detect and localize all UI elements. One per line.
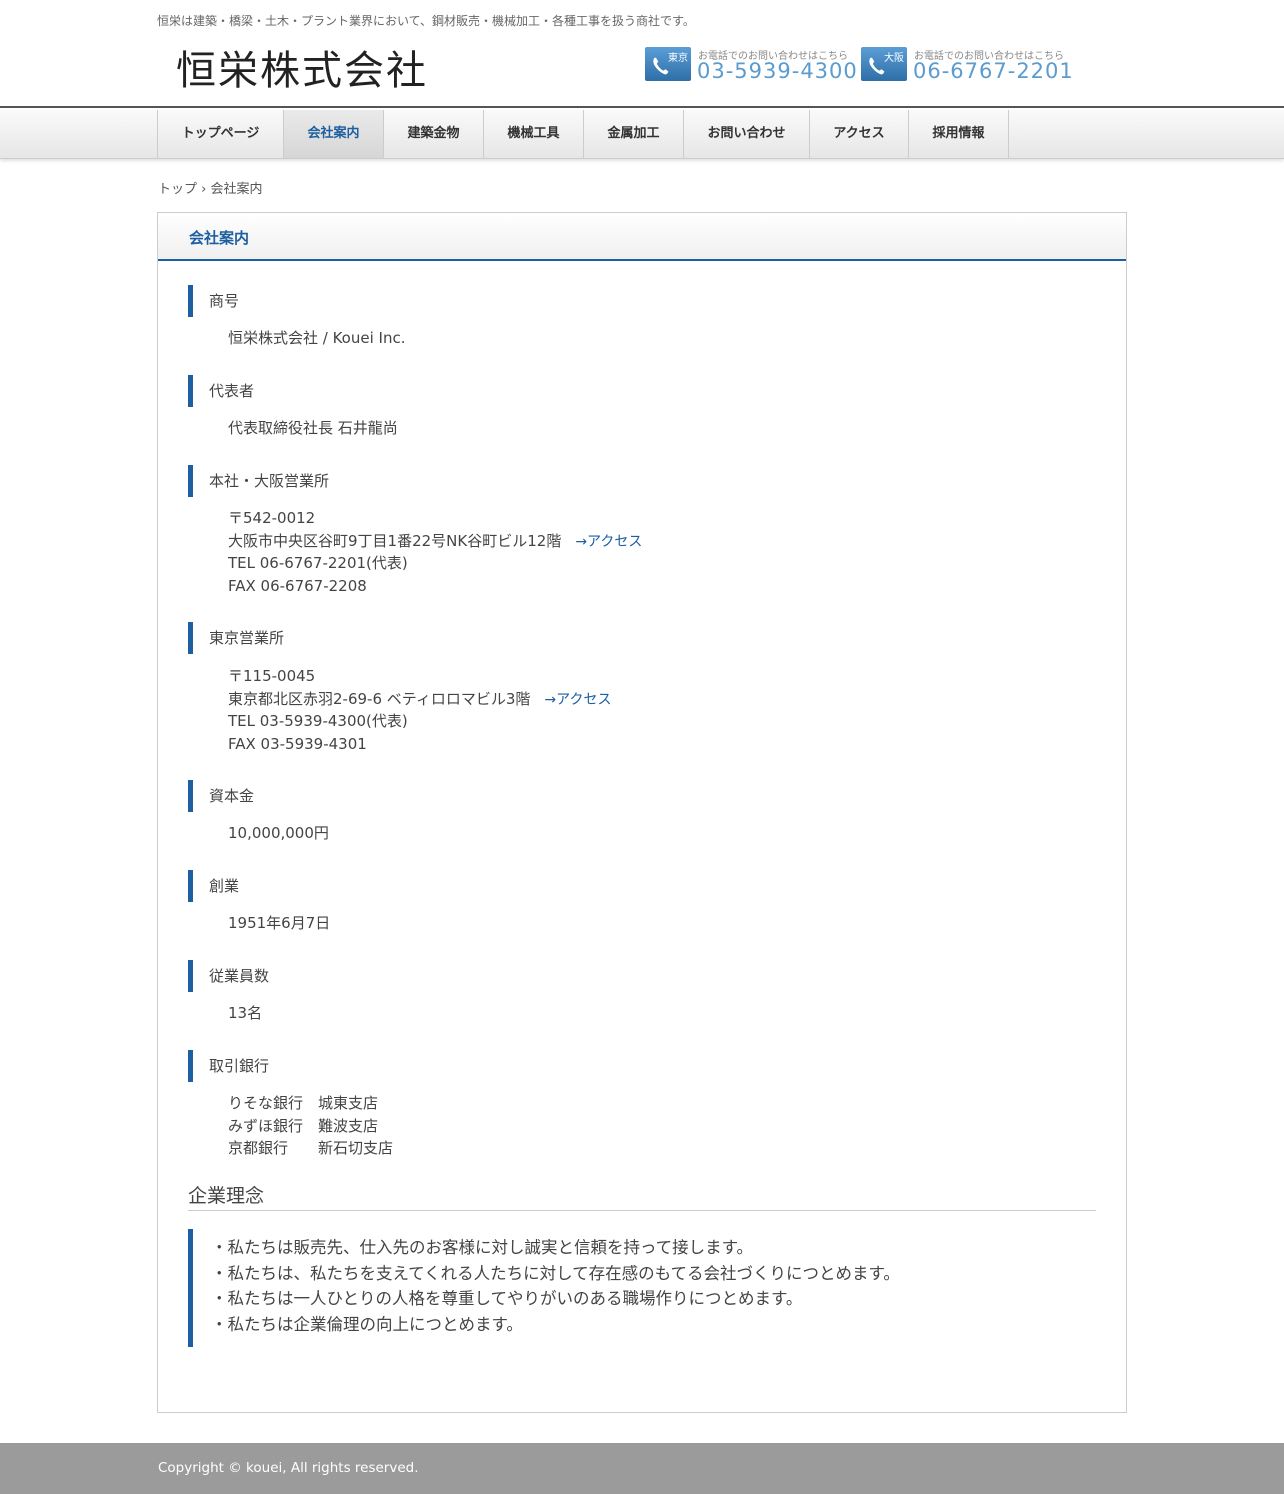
section-heading-founded: 創業 [188,870,239,902]
section-body-representative: 代表取締役社長 石井龍尚 [228,417,398,440]
info-line: 10,000,000円 [228,824,329,842]
contact-osaka[interactable]: 大阪 お電話でのお問い合わせはこちら 06-6767-2201 [861,47,1074,83]
section-heading-capital: 資本金 [188,780,254,812]
nav-item-contact[interactable]: お問い合わせ [684,110,810,158]
info-line: 1951年6月7日 [228,914,331,932]
section-body-banks: りそな銀行 城東支店 みずほ銀行 難波支店 京都銀行 新石切支店 [228,1092,393,1160]
section-heading-trade-name: 商号 [188,285,239,317]
breadcrumb-home[interactable]: トップ [158,182,197,197]
nav-item-company[interactable]: 会社案内 [284,110,384,158]
info-line: 恒栄株式会社 / Kouei Inc. [228,329,406,347]
info-line: りそな銀行 城東支店 [228,1094,379,1112]
info-line: 京都銀行 新石切支店 [228,1139,394,1157]
section-heading-tokyo-office: 東京営業所 [188,622,284,654]
phone-badge: 東京 [645,47,691,81]
address-text: 大阪市中央区谷町9丁目1番22号NK谷町ビル12階 [228,531,562,550]
phone-badge: 大阪 [861,47,907,81]
section-body-capital: 10,000,000円 [228,822,329,845]
section-body-trade-name: 恒栄株式会社 / Kouei Inc. [228,327,405,350]
section-heading-representative: 代表者 [188,375,254,407]
breadcrumb-current: 会社案内 [210,182,263,197]
philosophy-line: ・私たちは、私たちを支えてくれる人たちに対して存在感のもてる会社づくりにつとめま… [211,1263,900,1283]
company-info-panel: 会社案内 商号 恒栄株式会社 / Kouei Inc. 代表者 代表取締役社長 … [157,212,1127,1413]
site-footer: Copyright © kouei, All rights reserved. [0,1443,1284,1494]
address-line: 大阪市中央区谷町9丁目1番22号NK谷町ビル12階 →アクセス [228,530,642,553]
breadcrumb: トップ › 会社案内 [158,178,263,197]
philosophy-line: ・私たちは販売先、仕入先のお客様に対し誠実と信頼を持って接します。 [211,1238,754,1257]
nav-item-access[interactable]: アクセス [810,110,909,158]
philosophy-line: ・私たちは一人ひとりの人格を尊重してやりがいのある職場作りにつとめます。 [211,1289,803,1308]
info-line: TEL 06-6767-2201(代表) [228,554,408,572]
info-line: FAX 03-5939-4301 [228,734,367,753]
contact-phone[interactable]: 03-5939-4300 [697,59,858,83]
philosophy-title: 企業理念 [188,1181,1096,1211]
contact-phone[interactable]: 06-6767-2201 [913,59,1074,83]
info-line: TEL 03-5939-4300(代表) [228,712,408,730]
panel-header: 会社案内 [158,213,1126,261]
section-body-osaka-office: 〒542-0012 大阪市中央区谷町9丁目1番22号NK谷町ビル12階 →アクセス… [228,507,642,597]
nav-items: トップページ 会社案内 建築金物 機械工具 金属加工 お問い合わせ アクセス 採… [157,110,1009,158]
nav-item-hardware[interactable]: 建築金物 [384,110,484,158]
info-line: みずほ銀行 難波支店 [228,1116,379,1135]
section-body-founded: 1951年6月7日 [228,912,330,935]
address-text: 東京都北区赤羽2-69-6 ベティロロマビル3階 [228,689,531,708]
section-heading-banks: 取引銀行 [188,1050,269,1082]
info-line: 代表取締役社長 石井龍尚 [228,419,398,437]
nav-item-metalwork[interactable]: 金属加工 [584,110,684,158]
address-line: 東京都北区赤羽2-69-6 ベティロロマビル3階 →アクセス [228,688,611,711]
access-link-tokyo[interactable]: →アクセス [544,692,611,708]
info-line: 13名 [228,1004,263,1022]
breadcrumb-separator: › [201,182,207,197]
section-body-employees: 13名 [228,1002,262,1025]
main-nav: トップページ 会社案内 建築金物 機械工具 金属加工 お問い合わせ アクセス 採… [0,110,1284,159]
copyright: Copyright © kouei, All rights reserved. [158,1460,419,1476]
nav-item-recruit[interactable]: 採用情報 [909,110,1009,158]
nav-item-tools[interactable]: 機械工具 [484,110,584,158]
contact-city: 東京 [668,53,688,64]
section-heading-employees: 従業員数 [188,960,269,992]
nav-item-top[interactable]: トップページ [158,110,284,158]
info-line: FAX 06-6767-2208 [228,576,367,595]
access-link-osaka[interactable]: →アクセス [575,534,642,550]
info-line: 〒542-0012 [228,509,316,527]
nav-top-rule [0,106,1284,108]
philosophy-line: ・私たちは企業倫理の向上につとめます。 [211,1314,523,1334]
site-logo[interactable]: 恒栄株式会社 [176,38,428,96]
section-heading-osaka-office: 本社・大阪営業所 [188,465,329,497]
contact-city: 大阪 [884,53,904,64]
section-body-tokyo-office: 〒115-0045 東京都北区赤羽2-69-6 ベティロロマビル3階 →アクセス … [228,665,611,755]
philosophy-body: ・私たちは販売先、仕入先のお客様に対し誠実と信頼を持って接します。 ・私たちは、… [188,1229,900,1347]
info-line: 〒115-0045 [228,667,316,685]
page-title: 会社案内 [189,229,250,247]
site-tagline: 恒栄は建築・橋梁・土木・プラント業界において、鋼材販売・機械加工・各種工事を扱う… [157,14,695,28]
contact-tokyo[interactable]: 東京 お電話でのお問い合わせはこちら 03-5939-4300 [645,47,858,83]
